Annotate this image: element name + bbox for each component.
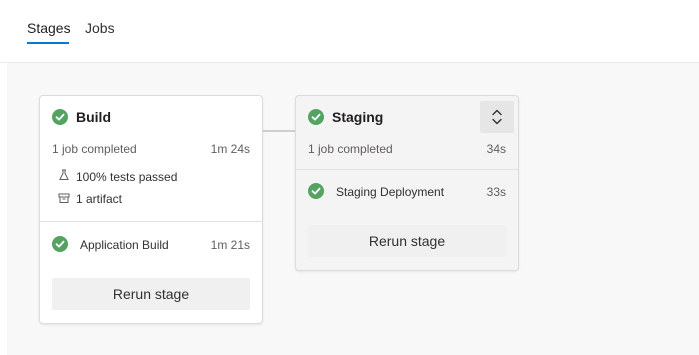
artifact-count-text: 1 artifact bbox=[76, 192, 123, 206]
check-circle-icon bbox=[52, 109, 68, 125]
expand-collapse-button[interactable] bbox=[480, 101, 514, 133]
stage-duration: 34s bbox=[486, 142, 506, 156]
tests-passed-text: 100% tests passed bbox=[76, 170, 178, 184]
stage-card-build[interactable]: Build 1 job completed 1m 24s 100% tests … bbox=[39, 95, 263, 324]
stage-summary: 1 job completed bbox=[308, 142, 393, 156]
card-divider bbox=[296, 169, 518, 170]
rerun-stage-button[interactable]: Rerun stage bbox=[308, 225, 506, 257]
job-name-staging-deployment[interactable]: Staging Deployment bbox=[336, 185, 444, 199]
artifact-icon bbox=[58, 193, 70, 203]
tab-jobs[interactable]: Jobs bbox=[85, 19, 115, 37]
card-divider bbox=[40, 221, 262, 222]
stage-summary: 1 job completed bbox=[52, 142, 137, 156]
stage-connector bbox=[263, 130, 295, 132]
check-circle-icon bbox=[308, 183, 324, 199]
stage-title: Build bbox=[76, 109, 111, 125]
expand-collapse-icon bbox=[492, 109, 502, 125]
active-tab-indicator bbox=[27, 42, 69, 44]
job-duration: 33s bbox=[486, 185, 506, 199]
check-circle-icon bbox=[308, 109, 324, 125]
flask-icon bbox=[59, 169, 69, 180]
job-duration: 1m 21s bbox=[210, 238, 250, 252]
stage-card-staging[interactable]: Staging 1 job completed 34s Staging Depl… bbox=[295, 95, 519, 271]
rerun-stage-button[interactable]: Rerun stage bbox=[52, 278, 250, 310]
check-circle-icon bbox=[52, 236, 68, 252]
stage-title: Staging bbox=[332, 109, 384, 125]
tab-stages[interactable]: Stages bbox=[27, 19, 71, 37]
stage-duration: 1m 24s bbox=[210, 142, 250, 156]
tab-bar: Stages Jobs bbox=[0, 0, 699, 63]
job-name-application-build[interactable]: Application Build bbox=[80, 238, 169, 252]
